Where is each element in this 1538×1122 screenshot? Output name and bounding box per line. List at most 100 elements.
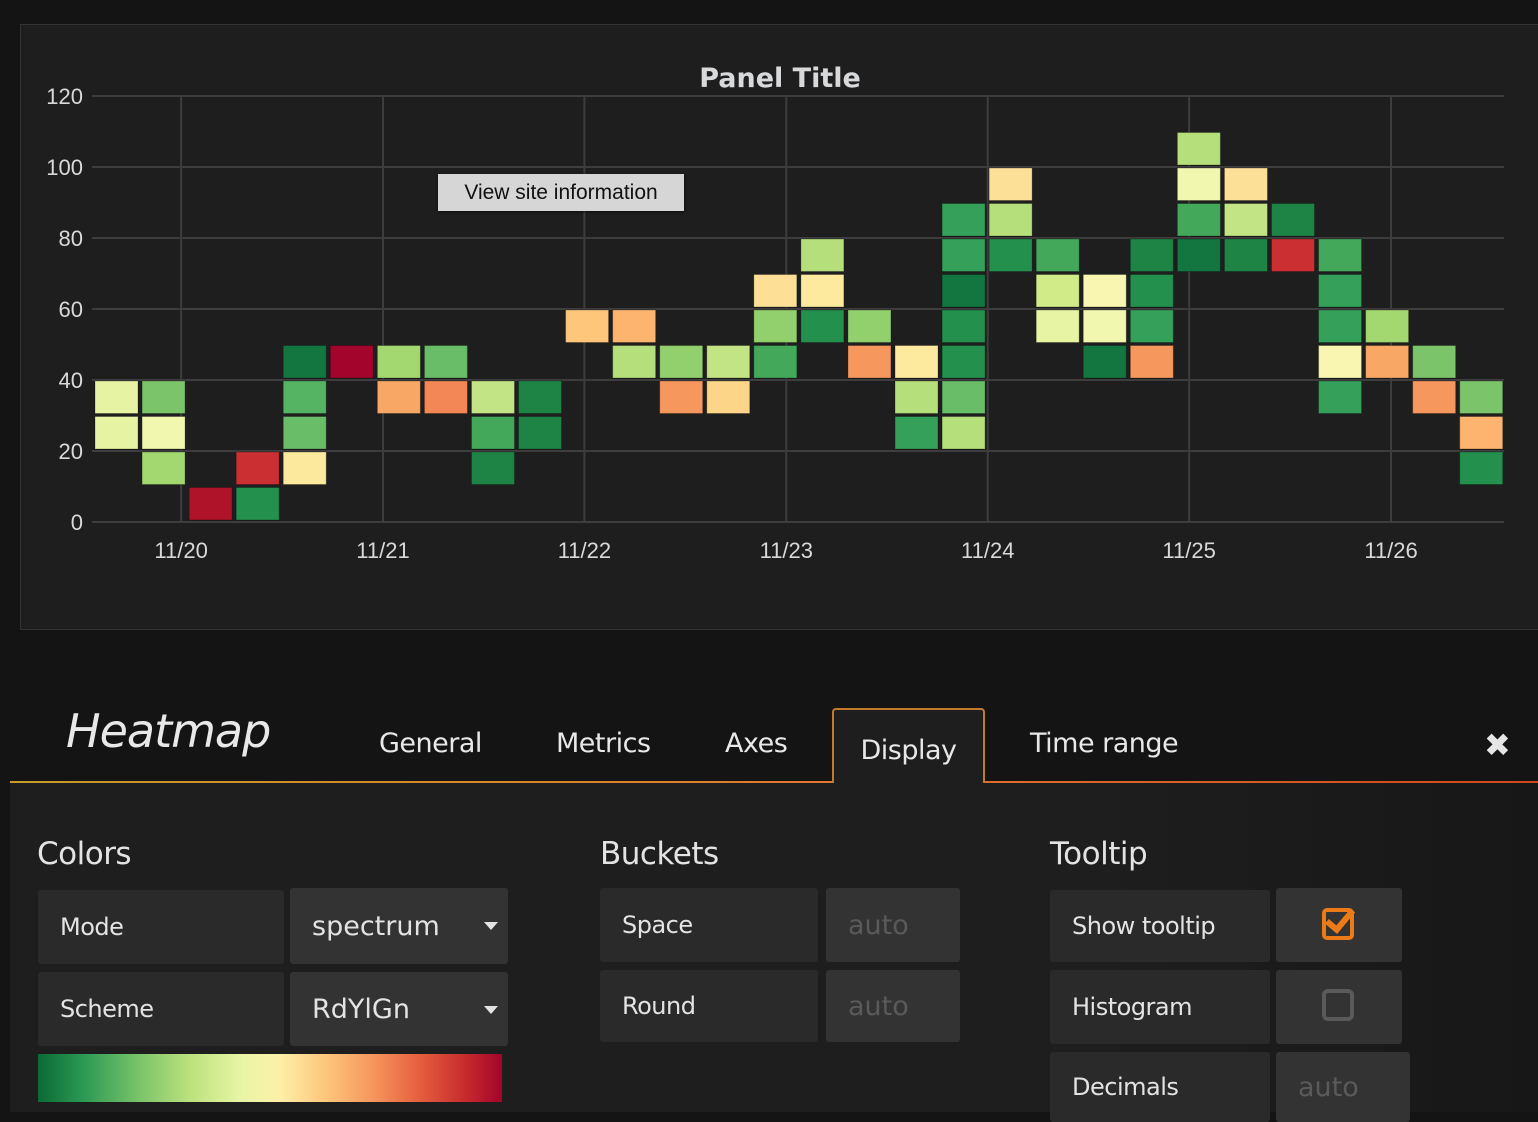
heatmap-cell (1035, 309, 1080, 343)
y-tick-label: 80 (59, 226, 83, 251)
view-site-information-tooltip: View site information (438, 174, 684, 211)
colors-section-title: Colors (37, 836, 132, 872)
heatmap-cell (1271, 203, 1315, 237)
heatmap-cell (847, 309, 892, 343)
heatmap-cell (753, 274, 798, 308)
heatmap-cell (1082, 309, 1127, 343)
checkbox-unchecked-icon[interactable] (1322, 989, 1354, 1021)
heatmap-cell (1129, 309, 1174, 343)
heatmap-cell (1318, 380, 1363, 414)
tab-axes[interactable]: Axes (725, 728, 788, 759)
y-tick-label: 0 (71, 510, 83, 535)
heatmap-cell (612, 309, 657, 343)
y-tick-label: 100 (46, 155, 83, 180)
heatmap-cell (470, 451, 515, 485)
heatmap-cell (612, 345, 657, 379)
tab-metrics[interactable]: Metrics (556, 728, 651, 759)
heatmap-cell (94, 416, 139, 450)
heatmap-cell (141, 416, 186, 450)
heatmap-cell (1365, 309, 1410, 343)
heatmap-cell (1318, 274, 1363, 308)
heatmap-cell (1129, 274, 1174, 308)
x-tick-label: 11/26 (1364, 538, 1417, 563)
heatmap-cell (706, 380, 751, 414)
heatmap-cell (518, 416, 563, 450)
y-tick-label: 40 (59, 368, 83, 393)
heatmap-cell (941, 416, 986, 450)
buckets-section-title: Buckets (600, 836, 719, 872)
heatmap-cell (141, 451, 186, 485)
x-tick-label: 11/24 (961, 538, 1014, 563)
heatmap-cell (282, 416, 327, 450)
x-tick-label: 11/21 (356, 538, 409, 563)
heatmap-cell (1129, 345, 1174, 379)
y-tick-label: 20 (59, 439, 83, 464)
tab-display[interactable]: Display (832, 708, 985, 784)
heatmap-cell (941, 238, 986, 272)
editor-title: Heatmap (66, 704, 271, 758)
tooltip-section-title: Tooltip (1050, 836, 1148, 872)
heatmap-cell (988, 167, 1033, 201)
close-icon[interactable]: ✖ (1484, 726, 1511, 764)
heatmap-cell (1082, 274, 1127, 308)
y-tick-label: 60 (59, 297, 83, 322)
heatmap-cell (141, 380, 186, 414)
show-tooltip-checkbox-cell[interactable] (1276, 888, 1402, 962)
checkbox-checked-icon[interactable] (1322, 908, 1354, 940)
heatmap-cell (1412, 345, 1457, 379)
round-label: Round (600, 970, 818, 1042)
heatmap-cell (282, 345, 327, 379)
heatmap-cell (1035, 238, 1080, 272)
heatmap-cell (94, 380, 139, 414)
heatmap-cell (470, 380, 515, 414)
tab-general[interactable]: General (379, 728, 482, 759)
heatmap-cell (1223, 203, 1268, 237)
heatmap-cell (376, 380, 421, 414)
heatmap-cell (423, 380, 468, 414)
x-tick-label: 11/20 (154, 538, 207, 563)
heatmap-cell (282, 380, 327, 414)
heatmap-cell (470, 416, 515, 450)
heatmap-cell (659, 345, 704, 379)
x-tick-label: 11/22 (558, 538, 611, 563)
heatmap-cell (188, 487, 233, 521)
heatmap-cell (1459, 380, 1504, 414)
heatmap-cell (1318, 309, 1363, 343)
histogram-checkbox-cell[interactable] (1276, 970, 1402, 1044)
heatmap-cell (1412, 380, 1457, 414)
heatmap-cell (235, 487, 280, 521)
heatmap-cell (753, 309, 798, 343)
heatmap-cell (941, 309, 986, 343)
heatmap-cell (1035, 274, 1080, 308)
heatmap-cell (706, 345, 751, 379)
scheme-select[interactable]: RdYlGn (290, 972, 508, 1046)
heatmap-cell (941, 345, 986, 379)
heatmap-cell (565, 309, 610, 343)
heatmap-cell (1223, 167, 1268, 201)
heatmap-cell (423, 345, 468, 379)
y-tick-label: 120 (46, 84, 83, 109)
histogram-label: Histogram (1050, 970, 1270, 1044)
heatmap-cell (753, 345, 798, 379)
scheme-label: Scheme (38, 972, 284, 1046)
heatmap-chart: 0 20 40 60 80 100 120 11/20 11/21 11/22 11/23 11/24… (46, 84, 1504, 563)
heatmap-cell (988, 203, 1033, 237)
round-input[interactable]: auto (826, 970, 960, 1042)
heatmap-cell (518, 380, 563, 414)
heatmap-cell (1459, 416, 1504, 450)
color-scheme-legend (38, 1054, 502, 1102)
chevron-down-icon (484, 1006, 498, 1014)
mode-select[interactable]: spectrum (290, 888, 508, 964)
mode-select-value: spectrum (312, 910, 440, 942)
heatmap-cell (988, 238, 1033, 272)
heatmap-cell (894, 345, 939, 379)
space-input[interactable]: auto (826, 888, 960, 962)
x-tick-label: 11/25 (1162, 538, 1215, 563)
scheme-select-value: RdYlGn (312, 993, 410, 1025)
tab-time-range[interactable]: Time range (1030, 728, 1179, 759)
heatmap-cell (800, 274, 845, 308)
heatmap-cell (1129, 238, 1174, 272)
heatmap-cell (894, 380, 939, 414)
heatmap-cell (235, 451, 280, 485)
mode-label: Mode (38, 890, 284, 964)
